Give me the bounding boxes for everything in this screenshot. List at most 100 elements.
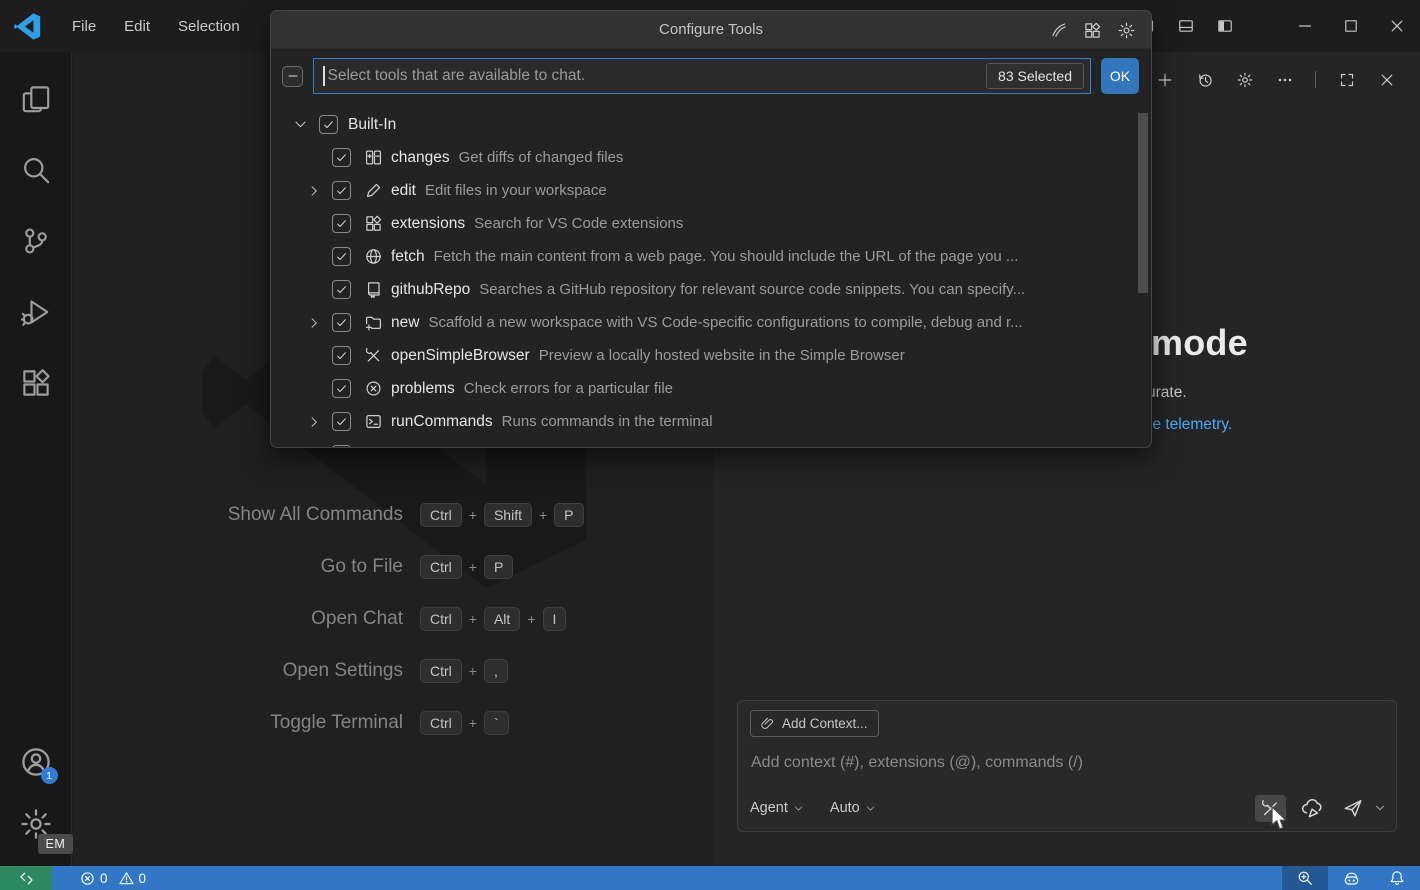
shortcut-label: Show All Commands bbox=[73, 504, 403, 526]
tool-row-problems[interactable]: problemsCheck errors for a particular fi… bbox=[271, 372, 1151, 405]
ok-button[interactable]: OK bbox=[1101, 58, 1139, 94]
chat-settings-gear-icon[interactable] bbox=[1235, 70, 1254, 89]
menu-edit[interactable]: Edit bbox=[110, 12, 164, 41]
tool-name: new bbox=[391, 314, 419, 332]
checkbox-checked[interactable] bbox=[332, 280, 351, 299]
shortcut-row: Toggle Terminal Ctrl+` bbox=[73, 708, 713, 738]
tool-row-runNotebooks[interactable]: runNotebooksRun notebook cells bbox=[271, 438, 1151, 448]
twistie-spacer bbox=[304, 247, 323, 266]
keycap: Ctrl bbox=[420, 659, 462, 683]
checkbox-checked[interactable] bbox=[332, 181, 351, 200]
checkbox-checked[interactable] bbox=[332, 214, 351, 233]
source-control-icon[interactable] bbox=[12, 217, 60, 265]
tool-row-new[interactable]: newScaffold a new workspace with VS Code… bbox=[271, 306, 1151, 339]
send-options-chevron-icon[interactable] bbox=[1374, 802, 1386, 814]
keycap: Ctrl bbox=[420, 503, 462, 527]
tools-settings-gear-icon[interactable] bbox=[1118, 22, 1135, 39]
dialog-header[interactable]: Configure Tools bbox=[271, 11, 1151, 49]
tool-row-openSimpleBrowser[interactable]: openSimpleBrowserPreview a locally hoste… bbox=[271, 339, 1151, 372]
checkbox-checked[interactable] bbox=[332, 247, 351, 266]
run-debug-icon[interactable] bbox=[12, 288, 60, 336]
checkbox-checked[interactable] bbox=[332, 346, 351, 365]
tool-description: Runs commands in the terminal bbox=[502, 413, 713, 430]
extensions-icon[interactable] bbox=[12, 359, 60, 407]
paperclip-icon bbox=[761, 717, 775, 731]
extensions-icon bbox=[364, 215, 382, 233]
chevron-right-icon[interactable] bbox=[304, 412, 323, 431]
chevron-right-icon[interactable] bbox=[304, 181, 323, 200]
diff-icon bbox=[364, 149, 382, 167]
tool-row-githubRepo[interactable]: githubRepoSearches a GitHub repository f… bbox=[271, 273, 1151, 306]
add-context-button[interactable]: Add Context... bbox=[750, 710, 879, 737]
send-icon[interactable] bbox=[1337, 795, 1368, 822]
chevron-right-icon[interactable] bbox=[304, 445, 323, 448]
copilot-status-icon[interactable] bbox=[1328, 866, 1374, 890]
chat-input-placeholder[interactable]: Add context (#), extensions (@), command… bbox=[751, 754, 1083, 772]
checkbox-checked[interactable] bbox=[332, 148, 351, 167]
tool-description: Check errors for a particular file bbox=[464, 380, 673, 397]
tool-row-extensions[interactable]: extensionsSearch for VS Code extensions bbox=[271, 207, 1151, 240]
mode-picker[interactable]: Agent bbox=[750, 800, 804, 816]
terminal-icon bbox=[364, 413, 382, 431]
toggle-panel-icon[interactable] bbox=[1173, 13, 1199, 39]
tools-search-input[interactable]: Select tools that are available to chat.… bbox=[313, 58, 1091, 94]
mode-picker-label: Agent bbox=[750, 800, 788, 816]
shortcut-label: Open Settings bbox=[73, 660, 403, 682]
cloud-delegate-icon[interactable] bbox=[1296, 795, 1327, 822]
chat-history-icon[interactable] bbox=[1195, 70, 1214, 89]
status-bar-right bbox=[1282, 866, 1420, 890]
tool-row-edit[interactable]: editEdit files in your workspace bbox=[271, 174, 1151, 207]
problems-status[interactable]: 0 0 bbox=[74, 866, 158, 890]
menu-selection[interactable]: Selection bbox=[164, 12, 254, 41]
tool-description: Searches a GitHub repository for relevan… bbox=[479, 281, 1025, 298]
mcp-servers-icon[interactable] bbox=[1051, 22, 1067, 38]
plus-separator: + bbox=[469, 663, 477, 679]
checkbox-checked[interactable] bbox=[332, 445, 351, 448]
menu-file[interactable]: File bbox=[58, 12, 110, 41]
minimize-button[interactable] bbox=[1282, 0, 1328, 52]
tool-group-row[interactable]: Built-In bbox=[271, 108, 1151, 141]
shortcut-keys: Ctrl+Shift+P bbox=[420, 503, 584, 527]
zoom-status-icon[interactable] bbox=[1282, 866, 1328, 890]
shortcut-row: Show All Commands Ctrl+Shift+P bbox=[73, 500, 713, 530]
close-panel-icon[interactable] bbox=[1377, 70, 1396, 89]
more-actions-icon[interactable] bbox=[1275, 70, 1294, 89]
install-extensions-icon[interactable] bbox=[1084, 22, 1101, 39]
manage-gear-icon[interactable]: EM bbox=[12, 800, 60, 848]
search-icon[interactable] bbox=[12, 146, 60, 194]
shortcut-label: Go to File bbox=[73, 556, 403, 578]
model-picker-label: Auto bbox=[830, 800, 860, 816]
tool-row-changes[interactable]: changesGet diffs of changed files bbox=[271, 141, 1151, 174]
chevron-right-icon[interactable] bbox=[304, 313, 323, 332]
tool-row-fetch[interactable]: fetchFetch the main content from a web p… bbox=[271, 240, 1151, 273]
keycap: Alt bbox=[484, 607, 520, 631]
shortcut-keys: Ctrl+` bbox=[420, 711, 509, 735]
maximize-panel-icon[interactable] bbox=[1337, 70, 1356, 89]
tool-row-runCommands[interactable]: runCommandsRuns commands in the terminal bbox=[271, 405, 1151, 438]
remote-indicator[interactable] bbox=[0, 866, 52, 890]
toggle-secondary-sidebar-icon[interactable] bbox=[1212, 13, 1238, 39]
new-chat-icon[interactable] bbox=[1155, 70, 1174, 89]
error-icon bbox=[80, 871, 95, 886]
chat-input-box[interactable]: Add Context... Add context (#), extensio… bbox=[737, 700, 1397, 832]
warning-count: 0 bbox=[139, 871, 147, 886]
maximize-button[interactable] bbox=[1328, 0, 1374, 52]
gear-label: EM bbox=[38, 834, 74, 854]
checkbox-checked[interactable] bbox=[332, 412, 351, 431]
checkbox-checked[interactable] bbox=[332, 313, 351, 332]
dialog-scrollbar[interactable] bbox=[1138, 113, 1148, 293]
shortcut-label: Toggle Terminal bbox=[73, 712, 403, 734]
close-window-button[interactable] bbox=[1374, 0, 1420, 52]
toggle-all-checkbox[interactable] bbox=[282, 66, 303, 87]
vscode-window: FileEditSelection 1 EM bbox=[0, 0, 1420, 890]
checkbox-checked[interactable] bbox=[332, 379, 351, 398]
checkbox-checked[interactable] bbox=[319, 115, 338, 134]
model-picker[interactable]: Auto bbox=[830, 800, 876, 816]
notifications-bell-icon[interactable] bbox=[1374, 866, 1420, 890]
chevron-down-icon[interactable] bbox=[291, 115, 310, 134]
chevron-down-icon bbox=[793, 803, 804, 814]
twistie-spacer bbox=[304, 148, 323, 167]
telemetry-link-fragment[interactable]: le telemetry. bbox=[1149, 416, 1232, 434]
explorer-icon[interactable] bbox=[12, 75, 60, 123]
accounts-icon[interactable]: 1 bbox=[12, 738, 60, 786]
